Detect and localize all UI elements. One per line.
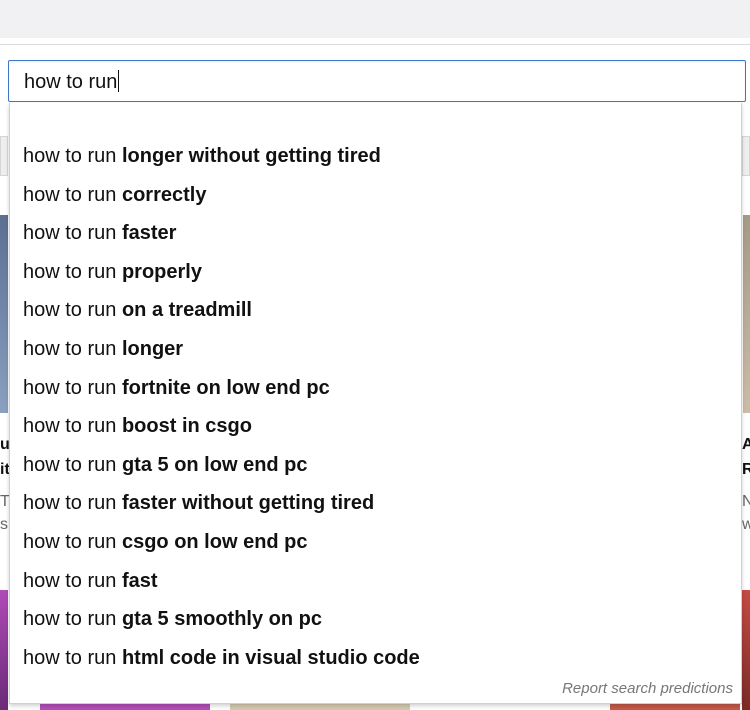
background-thumbnail-right (743, 215, 750, 413)
suggestion-completion: longer without getting tired (121, 145, 381, 167)
suggestion-completion: fortnite on low end pc (121, 376, 330, 399)
suggestion-completion: faster without getting tired (121, 492, 375, 515)
background-text-fragment: N (742, 493, 750, 510)
suggestion-item[interactable]: how to run fast (10, 562, 741, 601)
search-suggestions-dropdown: how to run longer without getting tired … (9, 103, 742, 704)
suggestion-item[interactable]: how to run longer (10, 330, 741, 369)
suggestion-prefix: how to run (23, 415, 117, 438)
suggestion-prefix: how to run (23, 376, 117, 399)
text-caret (118, 70, 120, 92)
suggestion-prefix: how to run (23, 608, 117, 631)
search-query-text: how to run (24, 70, 120, 94)
background-text-fragment: w (742, 516, 750, 533)
suggestion-item[interactable]: how to run on a treadmill (10, 291, 741, 330)
suggestion-item[interactable]: how to run gta 5 smoothly on pc (10, 600, 741, 639)
suggestion-prefix: how to run (23, 145, 117, 167)
suggestion-prefix: how to run (23, 222, 117, 245)
suggestion-item[interactable]: how to run html code in visual studio co… (10, 639, 741, 678)
background-thumbnail-right-2 (742, 590, 750, 710)
page: u it T s A R N w how to run how to run l… (0, 0, 750, 710)
suggestion-list: how to run longer without getting tired … (10, 137, 741, 677)
suggestion-prefix: how to run (23, 183, 117, 206)
background-chip-right (742, 136, 750, 176)
suggestion-completion: gta 5 on low end pc (121, 453, 308, 476)
suggestion-prefix: how to run (23, 492, 117, 515)
suggestion-item[interactable]: how to run fortnite on low end pc (10, 369, 741, 408)
background-chip-left (0, 136, 8, 176)
suggestion-completion: properly (121, 260, 202, 283)
suggestion-prefix: how to run (23, 530, 117, 553)
top-toolbar (0, 0, 750, 38)
suggestion-completion: fast (121, 569, 158, 592)
suggestion-completion: correctly (121, 183, 207, 206)
suggestion-prefix: how to run (23, 260, 117, 283)
suggestion-prefix: how to run (23, 299, 117, 322)
suggestion-item[interactable]: how to run longer without getting tired (10, 137, 741, 176)
toolbar-divider (0, 44, 750, 45)
suggestion-completion: html code in visual studio code (121, 646, 420, 669)
background-text-fragment: s (0, 516, 8, 533)
suggestion-completion: faster (121, 222, 177, 245)
suggestion-prefix: how to run (23, 337, 117, 360)
suggestion-prefix: how to run (23, 453, 117, 476)
background-thumbnail-left (0, 215, 8, 413)
suggestion-completion: boost in csgo (121, 415, 252, 438)
background-text-fragment: A (742, 436, 750, 453)
suggestion-item[interactable]: how to run boost in csgo (10, 407, 741, 446)
suggestion-item[interactable]: how to run faster without getting tired (10, 484, 741, 523)
suggestion-item[interactable]: how to run csgo on low end pc (10, 523, 741, 562)
suggestion-item[interactable]: how to run gta 5 on low end pc (10, 446, 741, 485)
search-input[interactable]: how to run (8, 60, 746, 102)
suggestion-item[interactable]: how to run correctly (10, 176, 741, 215)
suggestion-completion: csgo on low end pc (121, 530, 308, 553)
background-text-fragment: R (742, 461, 750, 478)
report-predictions-link[interactable]: Report search predictions (562, 680, 733, 697)
suggestion-prefix: how to run (23, 646, 117, 669)
suggestion-item[interactable]: how to run faster (10, 214, 741, 253)
suggestion-completion: gta 5 smoothly on pc (121, 608, 322, 631)
suggestion-completion: longer (121, 337, 184, 360)
suggestion-completion: on a treadmill (121, 299, 252, 322)
search-query: how to run (24, 71, 118, 93)
suggestion-prefix: how to run (23, 569, 117, 592)
suggestion-item[interactable]: how to run properly (10, 253, 741, 292)
background-thumbnail-left-2 (0, 590, 8, 710)
